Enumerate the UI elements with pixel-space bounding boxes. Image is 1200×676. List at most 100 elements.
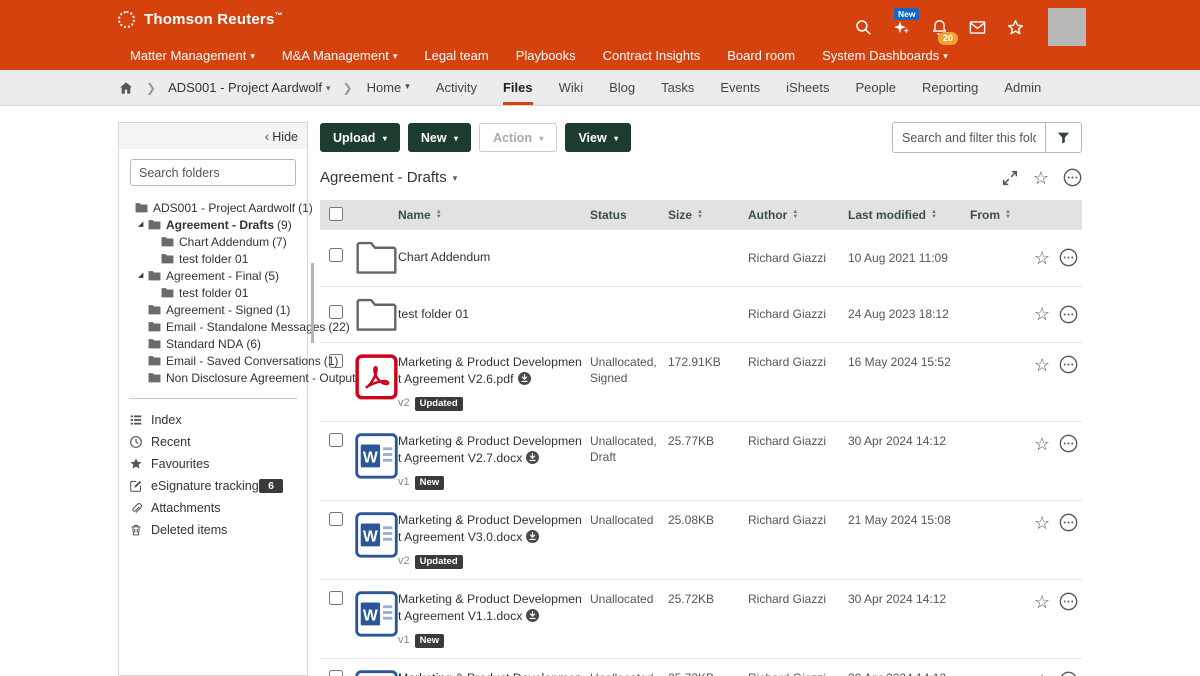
- primary-nav-item-5[interactable]: Board room: [727, 48, 795, 63]
- row-more-options-icon[interactable]: [1059, 592, 1078, 611]
- row-more-options-icon[interactable]: [1059, 513, 1078, 532]
- column-header-author[interactable]: Author▲▼: [748, 208, 798, 222]
- tab-wiki[interactable]: Wiki: [559, 70, 584, 105]
- folder-tree-item[interactable]: ◢test folder 01: [119, 284, 307, 301]
- search-folders-input[interactable]: [130, 159, 296, 186]
- sidebar-item-attachments[interactable]: Attachments: [119, 497, 307, 519]
- sort-icon[interactable]: ▲▼: [697, 210, 703, 220]
- sort-icon[interactable]: ▲▼: [792, 210, 798, 220]
- folder-tree-item[interactable]: ◢test folder 01: [119, 250, 307, 267]
- upload-button[interactable]: Upload ▾: [320, 123, 400, 152]
- folder-tree-item[interactable]: ◢Agreement - Signed(1): [119, 301, 307, 318]
- version-number[interactable]: v2: [398, 395, 410, 412]
- row-more-options-icon[interactable]: [1059, 671, 1078, 676]
- row-checkbox[interactable]: [329, 512, 343, 526]
- folder-tree-item[interactable]: ◢Chart Addendum(7): [119, 233, 307, 250]
- favourite-row-icon[interactable]: ☆: [1034, 249, 1050, 267]
- tab-files[interactable]: Files: [503, 70, 533, 105]
- row-more-options-icon[interactable]: [1059, 248, 1078, 267]
- row-checkbox[interactable]: [329, 305, 343, 319]
- column-header-from[interactable]: From▲▼: [970, 208, 1011, 222]
- tab-admin[interactable]: Admin: [1004, 70, 1041, 105]
- favourite-row-icon[interactable]: ☆: [1034, 593, 1050, 611]
- tree-expander-icon[interactable]: ◢: [138, 218, 148, 232]
- tab-isheets[interactable]: iSheets: [786, 70, 829, 105]
- ai-sparkle-icon[interactable]: New: [892, 18, 911, 37]
- row-checkbox[interactable]: [329, 433, 343, 447]
- folder-tree-item[interactable]: ◢Non Disclosure Agreement - Output: [119, 369, 307, 386]
- tab-tasks[interactable]: Tasks: [661, 70, 694, 105]
- tab-blog[interactable]: Blog: [609, 70, 635, 105]
- folder-tree-item[interactable]: ◢Email - Saved Conversations(1): [119, 352, 307, 369]
- search-filter-folder-input[interactable]: [893, 123, 1045, 152]
- primary-nav-item-1[interactable]: M&A Management▾: [282, 48, 397, 63]
- folder-tree-item[interactable]: ◢Standard NDA(6): [119, 335, 307, 352]
- bell-icon[interactable]: 20: [930, 18, 949, 37]
- sort-icon[interactable]: ▲▼: [436, 210, 442, 220]
- column-header-status[interactable]: Status: [590, 208, 627, 222]
- tab-home[interactable]: Home▾: [367, 70, 410, 105]
- primary-nav-item-3[interactable]: Playbooks: [516, 48, 576, 63]
- avatar[interactable]: [1048, 8, 1086, 46]
- folder-tree-item[interactable]: ◢Agreement - Final(5): [119, 267, 307, 284]
- folder-tree-item[interactable]: ◢ADS001 - Project Aardwolf(1): [119, 199, 307, 216]
- filter-funnel-button[interactable]: [1045, 123, 1081, 152]
- folder-name-link[interactable]: Chart Addendum: [398, 250, 490, 264]
- row-more-options-icon[interactable]: [1059, 434, 1078, 453]
- file-name-link[interactable]: Marketing & Product Development Agreemen…: [398, 513, 582, 544]
- folder-name-link[interactable]: test folder 01: [398, 307, 469, 321]
- favourite-row-icon[interactable]: ☆: [1034, 435, 1050, 453]
- search-icon[interactable]: [854, 18, 873, 37]
- sort-icon[interactable]: ▲▼: [1005, 210, 1011, 220]
- row-checkbox[interactable]: [329, 591, 343, 605]
- folder-more-options-icon[interactable]: [1063, 168, 1082, 187]
- version-number[interactable]: v2: [398, 553, 410, 570]
- row-more-options-icon[interactable]: [1059, 355, 1078, 374]
- primary-nav-item-4[interactable]: Contract Insights: [603, 48, 701, 63]
- tab-activity[interactable]: Activity: [436, 70, 477, 105]
- new-button[interactable]: New ▾: [408, 123, 471, 152]
- row-more-options-icon[interactable]: [1059, 305, 1078, 324]
- download-icon[interactable]: [526, 609, 539, 622]
- favourite-folder-icon[interactable]: ☆: [1033, 169, 1049, 187]
- row-checkbox[interactable]: [329, 670, 343, 676]
- file-name-link[interactable]: Marketing & Product Development Agreemen…: [398, 592, 582, 623]
- sidebar-item-favourites[interactable]: Favourites: [119, 453, 307, 475]
- favourite-row-icon[interactable]: ☆: [1034, 514, 1050, 532]
- sidebar-item-esignature-tracking[interactable]: eSignature tracking6: [119, 475, 307, 497]
- version-number[interactable]: v1: [398, 632, 410, 649]
- column-header-last-modified[interactable]: Last modified▲▼: [848, 208, 937, 222]
- favourite-row-icon[interactable]: ☆: [1034, 672, 1050, 676]
- folder-tree-item[interactable]: ◢Agreement - Drafts(9): [119, 216, 307, 233]
- favourite-row-icon[interactable]: ☆: [1034, 356, 1050, 374]
- mail-icon[interactable]: [968, 18, 987, 37]
- favourite-row-icon[interactable]: ☆: [1034, 305, 1050, 323]
- sidebar-item-index[interactable]: Index: [119, 409, 307, 431]
- version-number[interactable]: v1: [398, 474, 410, 491]
- tab-reporting[interactable]: Reporting: [922, 70, 978, 105]
- column-header-size[interactable]: Size▲▼: [668, 208, 703, 222]
- file-name-link[interactable]: Marketing & Product Development Agreemen…: [398, 434, 582, 465]
- file-name-link[interactable]: Marketing & Product Development Agreemen…: [398, 671, 582, 676]
- current-folder-title[interactable]: Agreement - Drafts▾: [320, 169, 457, 186]
- download-icon[interactable]: [518, 372, 531, 385]
- tab-people[interactable]: People: [856, 70, 896, 105]
- tree-expander-icon[interactable]: ◢: [138, 269, 148, 283]
- star-icon[interactable]: [1006, 18, 1025, 37]
- download-icon[interactable]: [526, 530, 539, 543]
- folder-tree-item[interactable]: ◢Email - Standalone Messages(22): [119, 318, 307, 335]
- file-name-link[interactable]: Marketing & Product Development Agreemen…: [398, 355, 582, 386]
- brand-logo[interactable]: Thomson Reuters™: [118, 11, 283, 28]
- sidebar-item-recent[interactable]: Recent: [119, 431, 307, 453]
- hide-sidebar-button[interactable]: ‹Hide: [265, 128, 298, 144]
- sidebar-scrollbar[interactable]: [311, 263, 314, 343]
- select-all-checkbox[interactable]: [329, 207, 343, 221]
- view-button[interactable]: View ▾: [565, 123, 631, 152]
- tab-events[interactable]: Events: [720, 70, 760, 105]
- download-icon[interactable]: [526, 451, 539, 464]
- primary-nav-item-2[interactable]: Legal team: [424, 48, 488, 63]
- breadcrumb-project[interactable]: ADS001 - Project Aardwolf▾: [168, 80, 330, 95]
- primary-nav-item-0[interactable]: Matter Management▾: [130, 48, 255, 63]
- sort-icon[interactable]: ▲▼: [931, 210, 937, 220]
- home-icon[interactable]: [118, 80, 134, 96]
